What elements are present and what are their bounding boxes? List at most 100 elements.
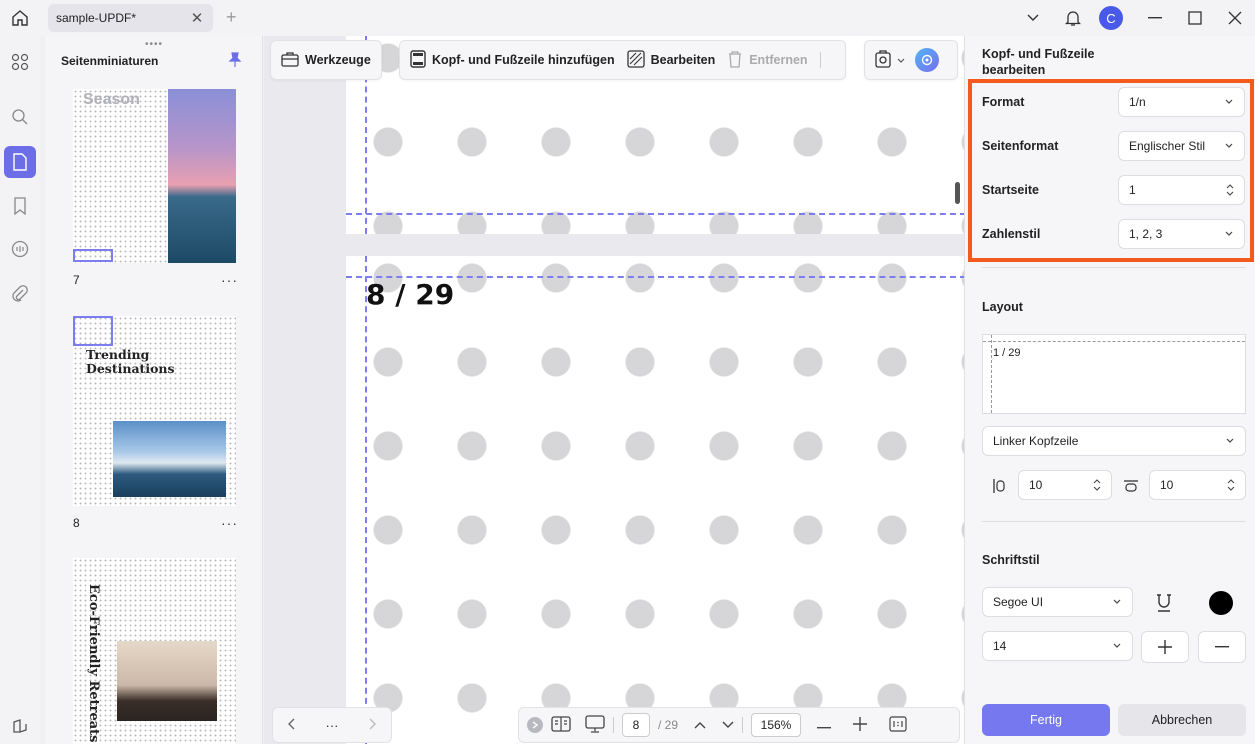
minus-icon [1215,646,1229,648]
number-style-select[interactable]: 1, 2, 3 [1118,219,1245,249]
chevron-down-icon [1113,599,1121,604]
apps-grid-icon[interactable] [4,46,36,78]
document-view: 8 / 29 [264,36,964,744]
plus-icon [1158,640,1172,654]
bookmark-icon[interactable] [4,190,36,222]
page-nav-left: ··· [272,707,392,743]
add-header-footer-button[interactable]: Kopf- und Fußzeile hinzufügen [410,49,615,71]
stepper-arrows-icon[interactable] [1227,479,1235,491]
actual-size-icon[interactable] [889,715,907,735]
comment-icon[interactable] [4,233,36,265]
start-page-value: 1 [1129,183,1136,197]
position-select[interactable]: Linker Kopfzeile [982,426,1246,456]
header-page-number[interactable]: 8 / 29 [366,278,454,311]
camera-icon [875,49,891,71]
left-margin-icon [992,478,1006,497]
new-tab-icon[interactable]: + [226,7,237,28]
text-color-swatch[interactable] [1209,591,1233,615]
top-margin-value: 10 [1160,478,1174,492]
edit-button[interactable]: Bearbeiten [626,49,715,71]
zoom-out-icon[interactable] [817,718,832,732]
left-margin-value: 10 [1029,478,1043,492]
user-avatar[interactable]: C [1099,6,1123,30]
bottom-divider [742,717,744,733]
attachment-icon[interactable] [4,278,36,310]
extra-tools-group [864,40,958,80]
zoom-in-icon[interactable] [853,716,868,734]
format-value: 1/n [1129,95,1146,109]
chevron-down-icon[interactable] [1013,0,1053,36]
ai-assistant-icon[interactable] [915,48,939,72]
screenshot-button[interactable] [875,49,905,71]
thumbnail-more-icon[interactable]: ··· [221,272,238,288]
presentation-icon[interactable] [585,714,605,736]
search-icon[interactable] [4,101,36,133]
cancel-button[interactable]: Abbrechen [1118,704,1246,736]
stepper-arrows-icon[interactable] [1226,184,1234,196]
toolbar-divider [819,52,821,68]
chevron-down-icon [1225,143,1233,148]
remove-button[interactable]: Entfernen [727,50,808,71]
section-divider [982,267,1246,268]
tools-label: Werkzeuge [305,53,371,67]
decrease-font-size-button[interactable] [1198,631,1246,663]
close-tab-icon[interactable]: ✕ [189,10,205,27]
underline-icon[interactable] [1155,593,1173,616]
island-image [113,421,226,497]
chevron-left-icon[interactable] [287,718,296,733]
header-boundary [346,213,964,215]
tab-title: sample-UPDF* [56,11,137,25]
tools-button[interactable]: Werkzeuge [281,51,371,70]
chevron-right-icon[interactable] [368,718,377,733]
page-thumbnail-9[interactable]: Eco-Friendly Retreats [73,558,236,744]
page-format-label: Seitenformat [982,139,1059,153]
page-number-input[interactable]: 8 [622,713,650,737]
rock-image [117,641,217,721]
format-select[interactable]: 1/n [1118,87,1245,117]
panel-title: Kopf- und Fußzeile bearbeiten [982,47,1095,77]
header-footer-panel: Kopf- und Fußzeile bearbeiten Format 1/n… [964,36,1255,744]
minimize-icon[interactable] [1135,0,1175,36]
chevron-down-icon [897,53,905,67]
zoom-level[interactable]: 156% [751,713,802,737]
layout-preview-text: 1 / 29 [993,347,1021,359]
pdf-page-8: 8 / 29 [346,256,964,744]
chevron-down-icon[interactable] [722,718,734,732]
page-thumbnails-icon[interactable] [4,146,36,178]
page-thumbnail-7[interactable]: Season [73,89,236,263]
page-thumbnail-8[interactable]: Trending Destinations [73,316,236,506]
left-margin-stepper[interactable]: 10 [1018,470,1112,500]
thumbnail-title: Trending Destinations [86,347,175,376]
collapse-arrow-icon[interactable] [527,717,543,733]
layers-icon[interactable] [4,710,36,742]
thumbnail-title: Season [83,91,140,108]
stepper-arrows-icon[interactable] [1093,479,1101,491]
top-margin-stepper[interactable]: 10 [1149,470,1246,500]
font-family-select[interactable]: Segoe UI [982,587,1133,617]
page-format-select[interactable]: Englischer Stil [1118,131,1245,161]
increase-font-size-button[interactable] [1141,631,1189,663]
home-icon[interactable] [0,0,40,36]
bottom-divider [613,717,614,733]
vertical-scrollbar[interactable] [955,182,960,204]
tools-group: Werkzeuge [270,40,382,80]
start-page-stepper[interactable]: 1 [1118,175,1245,205]
position-value: Linker Kopfzeile [993,434,1079,448]
more-button[interactable]: ··· [325,718,338,733]
font-size-select[interactable]: 14 [982,631,1133,661]
close-window-icon[interactable] [1215,0,1255,36]
drag-handle-icon[interactable]: •••• [145,39,163,50]
layout-preview[interactable]: 1 / 29 [982,334,1246,414]
sunset-ocean-image [168,89,236,263]
top-margin-icon [1123,479,1139,496]
chevron-up-icon[interactable] [694,718,706,732]
document-tab[interactable]: sample-UPDF* ✕ [48,4,213,32]
maximize-icon[interactable] [1175,0,1215,36]
pin-icon[interactable] [228,52,242,71]
thumbnail-page-label: 7 [73,273,80,287]
done-button[interactable]: Fertig [982,704,1110,736]
page-layout-icon[interactable] [551,715,571,735]
thumbnail-more-icon[interactable]: ··· [221,515,238,531]
thumbnails-heading: Seitenminiaturen [61,54,159,68]
notification-bell-icon[interactable] [1053,0,1093,36]
